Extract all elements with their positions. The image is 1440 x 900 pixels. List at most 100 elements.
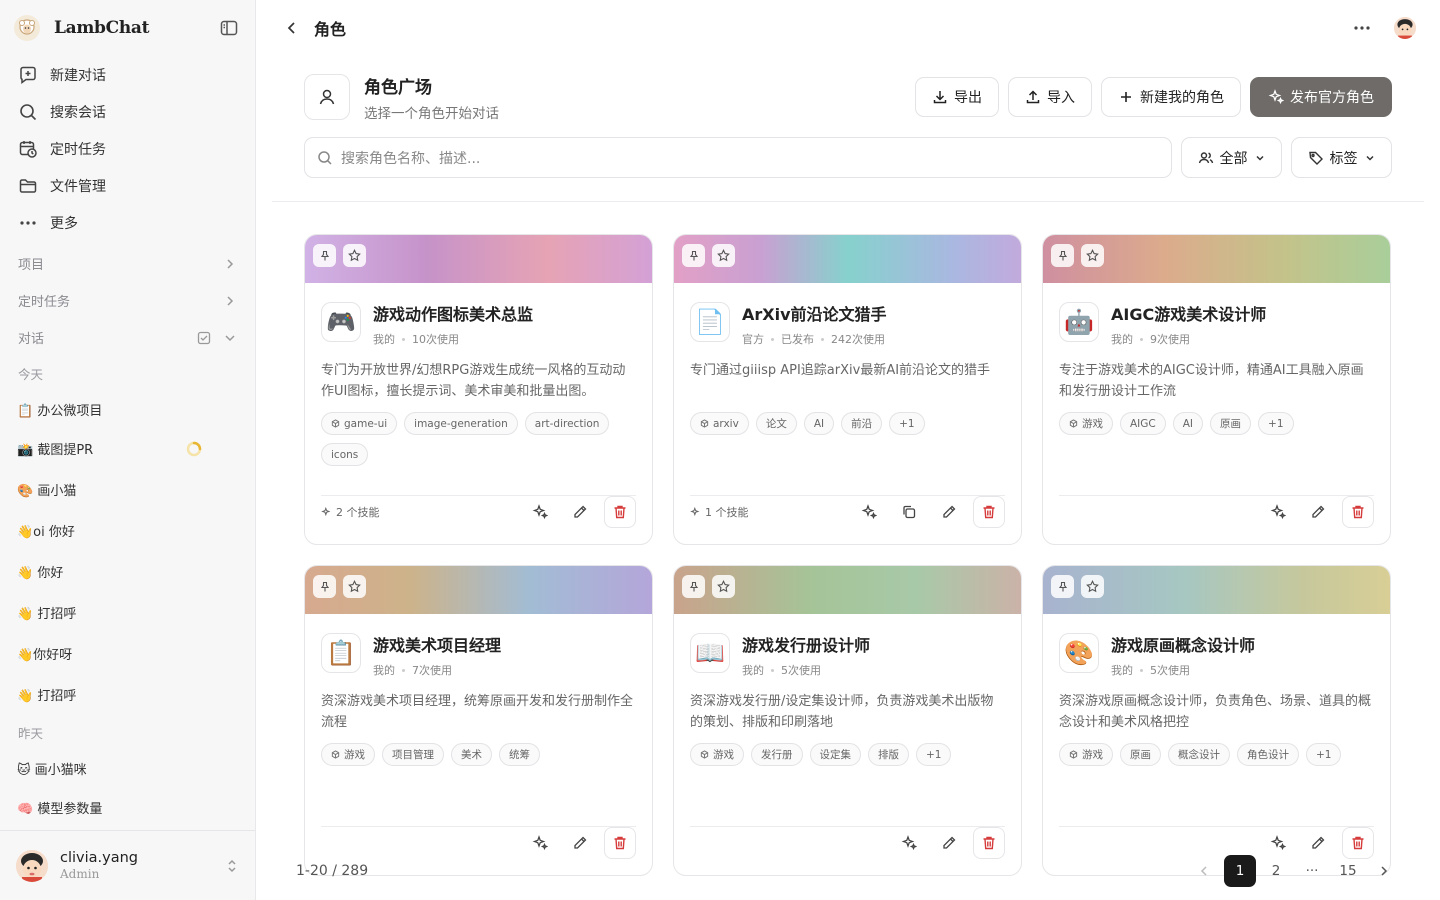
tag-chip[interactable]: 前沿 [841, 412, 883, 435]
role-meta-item: 我的 [1111, 664, 1133, 677]
header-avatar[interactable] [1394, 17, 1416, 39]
tag-chip[interactable]: game-ui [321, 412, 398, 435]
tag-cube-icon [700, 750, 709, 759]
conversation-item[interactable]: 🎨 画小猫 [0, 469, 255, 510]
section-scheduled[interactable]: 定时任务 [0, 282, 255, 319]
edit-pencil-icon[interactable] [1302, 496, 1334, 528]
conversation-item[interactable]: 📋 办公微项目 [0, 390, 255, 428]
tag-chip[interactable]: AI [1172, 412, 1204, 435]
tag-chip[interactable]: art-direction [524, 412, 610, 435]
edit-pencil-icon[interactable] [933, 496, 965, 528]
conversation-item[interactable]: 👋 打招呼 [0, 592, 255, 633]
new-role-button[interactable]: 新建我的角色 [1101, 77, 1241, 117]
tag-chip[interactable]: 游戏 [1059, 412, 1113, 435]
import-button[interactable]: 导入 [1008, 77, 1092, 117]
nav-new-chat[interactable]: 新建对话 [8, 56, 247, 93]
tag-chip[interactable]: AIGC [1120, 412, 1166, 435]
tag-chip[interactable]: 角色设计 [1237, 743, 1299, 766]
tag-chip[interactable]: 发行册 [751, 743, 803, 766]
nav-more[interactable]: 更多 [8, 204, 247, 241]
start-chat-sparkles-icon[interactable] [1262, 496, 1294, 528]
conversation-item[interactable]: 🐱 画小猫咪 [0, 749, 255, 787]
nav-files[interactable]: 文件管理 [8, 167, 247, 204]
role-card[interactable]: 📖 游戏发行册设计师 我的 5次使用 资深游戏发行册/设定集设计师，负责游戏美术出版… [673, 565, 1022, 876]
tag-chip[interactable]: 概念设计 [1168, 743, 1230, 766]
publish-official-role-button[interactable]: 发布官方角色 [1250, 77, 1392, 117]
tag-chip[interactable]: 项目管理 [382, 743, 444, 766]
user-menu[interactable]: clivia.yang Admin [0, 830, 255, 900]
sidebar-toggle-icon[interactable] [219, 18, 239, 38]
tag-chip[interactable]: 设定集 [809, 743, 861, 766]
tag-chip[interactable]: 排版 [868, 743, 909, 766]
pin-icon[interactable] [313, 575, 336, 598]
page-button[interactable]: 2 [1260, 855, 1292, 887]
next-page-icon[interactable] [1368, 855, 1400, 887]
tag-chip[interactable]: 美术 [451, 743, 492, 766]
back-arrow-icon[interactable] [284, 20, 300, 36]
conversation-item[interactable]: 👋oi 你好 [0, 510, 255, 551]
more-options-icon[interactable] [1352, 18, 1372, 38]
delete-trash-icon[interactable] [1342, 496, 1374, 528]
tag-chip[interactable]: 原画 [1120, 743, 1161, 766]
star-icon[interactable] [1081, 575, 1104, 598]
nav-search[interactable]: 搜索会话 [8, 93, 247, 130]
delete-trash-icon[interactable] [973, 496, 1005, 528]
star-icon[interactable] [1081, 244, 1104, 267]
select-check-icon[interactable] [197, 331, 211, 345]
tag-chip[interactable]: image-generation [404, 412, 518, 435]
role-card[interactable]: 🤖 AIGC游戏美术设计师 我的 9次使用 专注于游戏美术的AIGC设计师，精通AI… [1042, 234, 1391, 545]
role-card[interactable]: 📋 游戏美术项目经理 我的 7次使用 资深游戏美术项目经理，统筹原画开发和发行册制作… [304, 565, 653, 876]
role-card[interactable]: 🎨 游戏原画概念设计师 我的 5次使用 资深游戏原画概念设计师，负责角色、场景、道具… [1042, 565, 1391, 876]
nav-scheduled[interactable]: 定时任务 [8, 130, 247, 167]
edit-pencil-icon[interactable] [564, 496, 596, 528]
tag-chip[interactable]: arxiv [690, 412, 749, 435]
pin-icon[interactable] [1051, 244, 1074, 267]
tag-chip[interactable]: +1 [889, 412, 925, 435]
pin-icon[interactable] [682, 244, 705, 267]
star-icon[interactable] [343, 575, 366, 598]
page-button[interactable]: 15 [1332, 855, 1364, 887]
copy-icon[interactable] [893, 496, 925, 528]
section-conversations[interactable]: 对话 [0, 319, 255, 356]
tag-chip[interactable]: 游戏 [321, 743, 375, 766]
pagination: 1 2 ··· 15 [1188, 855, 1400, 887]
role-meta-item: 官方 [742, 333, 764, 346]
tag-chip[interactable]: +1 [916, 743, 952, 766]
clock-calendar-icon [18, 139, 38, 159]
export-button[interactable]: 导出 [915, 77, 999, 117]
card-banner [305, 235, 652, 283]
start-chat-sparkles-icon[interactable] [853, 496, 885, 528]
tag-chip[interactable]: 游戏 [690, 743, 744, 766]
tag-chip[interactable]: 游戏 [1059, 743, 1113, 766]
pin-icon[interactable] [313, 244, 336, 267]
conversation-item[interactable]: 📸 截图提PR [0, 428, 255, 469]
star-icon[interactable] [343, 244, 366, 267]
tag-chip[interactable]: icons [321, 443, 369, 466]
tag-chip[interactable]: AI [803, 412, 835, 435]
conversation-item[interactable]: 👋 你好 [0, 551, 255, 592]
tag-chip[interactable]: 统筹 [499, 743, 540, 766]
page-button[interactable]: 1 [1224, 855, 1256, 887]
role-card[interactable]: 🎮 游戏动作图标美术总监 我的 10次使用 专门为开放世界/幻想RPG游戏生成统一风… [304, 234, 653, 545]
tag-label: AI [1182, 417, 1194, 430]
tag-chip[interactable]: 原画 [1210, 412, 1252, 435]
role-emoji: 🎮 [326, 308, 356, 336]
star-icon[interactable] [712, 244, 735, 267]
filter-all-dropdown[interactable]: 全部 [1181, 137, 1282, 178]
search-input[interactable]: 搜索角色名称、描述... [304, 137, 1172, 178]
prev-page-icon[interactable] [1188, 855, 1220, 887]
tag-chip[interactable]: +1 [1258, 412, 1294, 435]
filter-tags-dropdown[interactable]: 标签 [1291, 137, 1392, 178]
pin-icon[interactable] [682, 575, 705, 598]
conversation-item[interactable]: 👋 打招呼 [0, 674, 255, 715]
delete-trash-icon[interactable] [604, 496, 636, 528]
start-chat-sparkles-icon[interactable] [524, 496, 556, 528]
conversation-item[interactable]: 🧠 模型参数量 [0, 787, 255, 828]
pin-icon[interactable] [1051, 575, 1074, 598]
role-card[interactable]: 📄 ArXiv前沿论文猎手 官方 已发布 242次使用 专门通过giiisp API追… [673, 234, 1022, 545]
section-projects[interactable]: 项目 [0, 245, 255, 282]
star-icon[interactable] [712, 575, 735, 598]
tag-chip[interactable]: 论文 [755, 412, 797, 435]
conversation-item[interactable]: 👋你好呀 [0, 633, 255, 674]
tag-chip[interactable]: +1 [1306, 743, 1342, 766]
